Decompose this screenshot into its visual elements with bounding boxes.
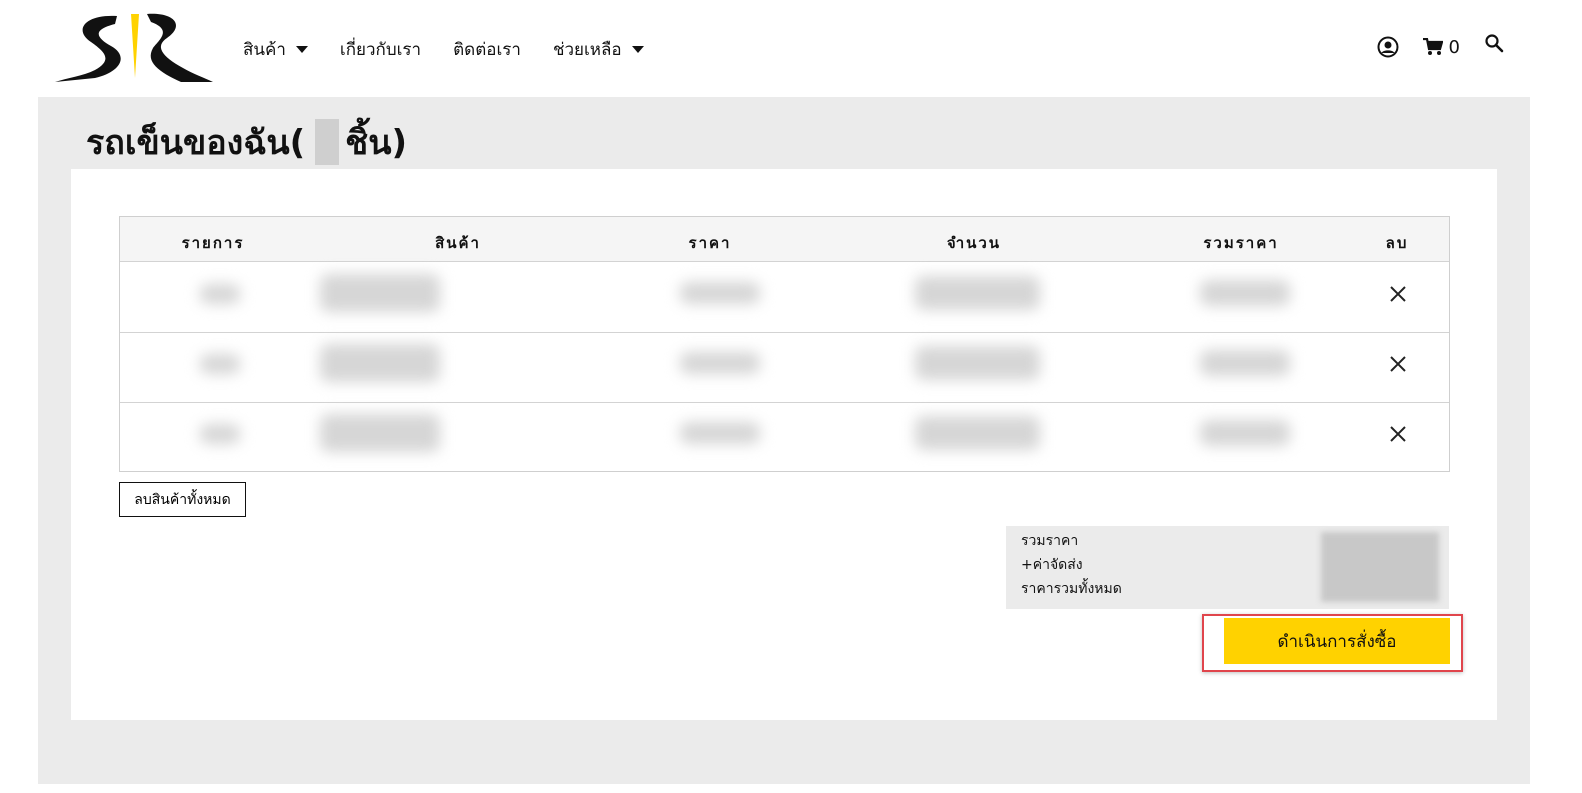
subtotal-label: รวมราคา [1021,533,1079,549]
shipping-label: +ค่าจัดส่ง [1021,557,1083,573]
nav-item-contact[interactable]: ติดต่อเรา [453,36,521,63]
grand-total-label: ราคารวมทั้งหมด [1021,581,1122,597]
nav-label: เกี่ยวกับเรา [339,40,422,60]
table-row [120,402,1449,472]
search-icon[interactable] [1484,33,1504,53]
nav-item-about[interactable]: เกี่ยวกับเรา [340,36,421,63]
redacted-price [680,422,760,444]
cart-count: 0 [1448,36,1460,58]
remove-item-icon[interactable] [1388,284,1408,304]
clear-cart-button[interactable]: ลบสินค้าทั้งหมด [119,482,246,517]
col-header-quantity: จำนวน [946,234,1002,252]
redacted-total [1200,420,1290,446]
redacted-cell [200,284,240,304]
chevron-down-icon [631,46,644,53]
page-title: รถเข็นของฉัน( ชิ้น) [86,115,407,169]
redacted-product [320,414,440,452]
cart-table: รายการ สินค้า ราคา จำนวน รวมราคา ลบ [119,216,1450,472]
table-header: รายการ สินค้า ราคา จำนวน รวมราคา ลบ [120,217,1449,262]
redacted-price [680,352,760,374]
site-logo[interactable] [55,12,213,84]
nav-label: ช่วยเหลือ [552,40,622,60]
user-icon[interactable] [1377,36,1399,58]
remove-item-icon[interactable] [1388,354,1408,374]
title-suffix: ชิ้น) [345,123,408,163]
col-header-price: ราคา [688,234,732,252]
table-row [120,332,1449,403]
redacted-product [320,274,440,312]
nav-label: สินค้า [243,40,286,60]
redacted-quantity [915,346,1040,380]
col-header-product: สินค้า [435,234,481,252]
site-header: สินค้า เกี่ยวกับเรา ติดต่อเรา ช่วยเหลือ [0,0,1582,97]
col-header-item: รายการ [181,234,245,252]
title-prefix: รถเข็นของฉัน( [86,123,306,163]
nav-item-products[interactable]: สินค้า [243,36,308,63]
order-summary: รวมราคา +ค่าจัดส่ง ราคารวมทั้งหมด [1006,526,1449,609]
redacted-total [1200,350,1290,376]
redacted-summary-values [1321,532,1439,602]
cart-button[interactable]: 0 [1422,36,1460,58]
cart-icon [1422,38,1443,55]
item-count-redacted [315,119,340,165]
redacted-quantity [915,416,1040,450]
checkout-button[interactable]: ดำเนินการสั่งซื้อ [1224,618,1450,664]
remove-item-icon[interactable] [1388,424,1408,444]
redacted-quantity [915,276,1040,310]
main-nav: สินค้า เกี่ยวกับเรา ติดต่อเรา ช่วยเหลือ [243,36,676,63]
col-header-remove: ลบ [1385,234,1409,252]
redacted-product [320,344,440,382]
header-actions: 0 [1353,33,1504,58]
chevron-down-icon [295,46,308,53]
redacted-cell [200,354,240,374]
redacted-cell [200,424,240,444]
table-row [120,262,1449,333]
col-header-total: รวมราคา [1203,234,1279,252]
nav-label: ติดต่อเรา [453,40,521,60]
nav-item-help[interactable]: ช่วยเหลือ [553,36,644,63]
redacted-price [680,282,760,304]
redacted-total [1200,280,1290,306]
